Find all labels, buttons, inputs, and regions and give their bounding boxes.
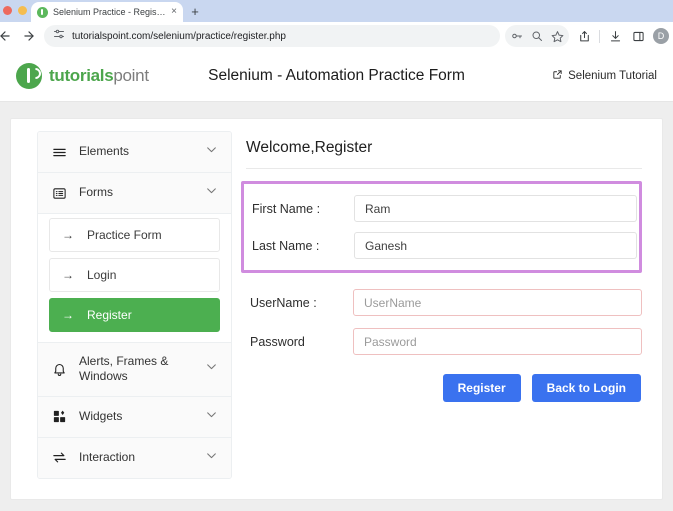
sidebar-item-widgets[interactable]: Widgets — [38, 396, 231, 438]
password-row: Password Password — [245, 322, 642, 361]
tune-icon[interactable] — [53, 27, 65, 45]
register-button[interactable]: Register — [442, 374, 521, 402]
forms-submenu: → Practice Form → Login → Register — [38, 214, 231, 342]
brand-wordmark: tutorialspoint — [49, 66, 149, 86]
download-icon[interactable] — [604, 25, 626, 47]
chevron-down-icon[interactable] — [205, 449, 218, 467]
back-arrow-icon[interactable] — [0, 25, 16, 47]
last-name-input[interactable]: Ganesh — [354, 232, 637, 259]
arrow-right-icon: → — [62, 228, 74, 242]
profile-avatar[interactable]: D — [653, 28, 669, 44]
sidebar-item-label: Interaction — [79, 450, 136, 465]
new-tab-button[interactable]: + — [187, 4, 203, 20]
chevron-down-icon[interactable] — [205, 360, 218, 378]
sidebar-item-forms[interactable]: Forms — [38, 173, 231, 214]
close-icon[interactable]: × — [171, 7, 177, 17]
sidebar-subitem-register[interactable]: → Register — [49, 298, 220, 332]
sidebar: Elements Forms → Practice Form → Login →… — [37, 131, 232, 479]
first-name-label: First Name : — [252, 201, 321, 216]
hamburger-icon — [51, 145, 68, 160]
sidebar-subitem-label: Login — [87, 268, 117, 282]
site-header: tutorialspoint Selenium - Automation Pra… — [0, 50, 673, 102]
forward-arrow-icon[interactable] — [18, 25, 40, 47]
arrow-right-icon: → — [62, 308, 74, 322]
sidebar-item-label: Alerts, Frames & Windows — [79, 354, 169, 384]
form-actions: Register Back to Login — [246, 361, 642, 402]
tab-title: Selenium Practice - Register — [53, 7, 167, 17]
selenium-tutorial-link[interactable]: Selenium Tutorial — [552, 69, 657, 83]
sidebar-subitem-practice-form[interactable]: → Practice Form — [49, 218, 220, 252]
welcome-heading: Welcome,Register — [246, 139, 373, 156]
toolbar-divider — [599, 29, 600, 43]
omnibox-action-pill — [505, 25, 569, 47]
back-to-login-button[interactable]: Back to Login — [531, 374, 641, 402]
selenium-highlight-box: First Name : Ram Last Name : Ganesh — [241, 181, 642, 273]
heading-divider — [246, 168, 642, 169]
password-input[interactable]: Password — [353, 328, 642, 355]
username-row: UserName : UserName — [245, 283, 642, 322]
sidebar-item-label: Widgets — [79, 409, 123, 424]
minimize-window-button[interactable] — [18, 6, 27, 15]
sidebar-subitem-label: Practice Form — [87, 228, 162, 242]
address-bar[interactable]: tutorialspoint.com/selenium/practice/reg… — [44, 25, 500, 47]
first-name-input[interactable]: Ram — [354, 195, 637, 222]
exchange-icon — [51, 450, 68, 465]
register-form: Welcome,Register First Name : Ram Last N… — [232, 131, 662, 479]
username-input[interactable]: UserName — [353, 289, 642, 316]
tutorialspoint-logo-icon — [16, 62, 42, 89]
list-icon — [51, 186, 68, 201]
close-window-button[interactable] — [3, 6, 12, 15]
password-label: Password — [250, 334, 305, 349]
selenium-tutorial-label: Selenium Tutorial — [568, 69, 657, 82]
last-name-label: Last Name : — [252, 238, 320, 253]
chevron-down-icon[interactable] — [205, 184, 218, 202]
magnifier-icon[interactable] — [528, 27, 546, 45]
brand-second: point — [113, 65, 149, 85]
last-name-row: Last Name : Ganesh — [244, 227, 637, 264]
share-icon[interactable] — [573, 25, 595, 47]
page-content: tutorialspoint Selenium - Automation Pra… — [0, 50, 673, 511]
url-text: tutorialspoint.com/selenium/practice/reg… — [72, 30, 286, 42]
external-link-icon — [552, 69, 563, 83]
sidebar-item-label: Elements — [79, 144, 130, 159]
tab-strip: Selenium Practice - Register × + — [0, 0, 673, 22]
username-label: UserName : — [250, 295, 317, 310]
sidebar-subitem-label: Register — [87, 308, 132, 322]
bell-icon — [51, 362, 68, 377]
key-icon[interactable] — [508, 27, 526, 45]
first-name-row: First Name : Ram — [244, 190, 637, 227]
browser-tab[interactable]: Selenium Practice - Register × — [31, 2, 183, 22]
sidebar-item-elements[interactable]: Elements — [38, 132, 231, 173]
arrow-right-icon: → — [62, 268, 74, 282]
chevron-down-icon[interactable] — [205, 408, 218, 426]
sidebar-item-alerts-frames-windows[interactable]: Alerts, Frames & Windows — [38, 342, 231, 397]
tutorialspoint-favicon — [37, 6, 48, 18]
sidebar-item-label: Forms — [79, 185, 113, 200]
site-logo[interactable]: tutorialspoint — [16, 62, 149, 89]
sidebar-item-interaction[interactable]: Interaction — [38, 437, 231, 478]
side-panel-icon[interactable] — [627, 25, 649, 47]
sidebar-subitem-login[interactable]: → Login — [49, 258, 220, 292]
chevron-down-icon[interactable] — [205, 143, 218, 161]
browser-window: Selenium Practice - Register × + tutoria… — [0, 0, 673, 511]
star-icon[interactable] — [548, 27, 566, 45]
brand-first: tutorials — [49, 65, 114, 85]
grid-icon — [51, 409, 68, 424]
toolbar-actions: D — [505, 25, 669, 47]
main-card: Elements Forms → Practice Form → Login →… — [10, 118, 663, 500]
